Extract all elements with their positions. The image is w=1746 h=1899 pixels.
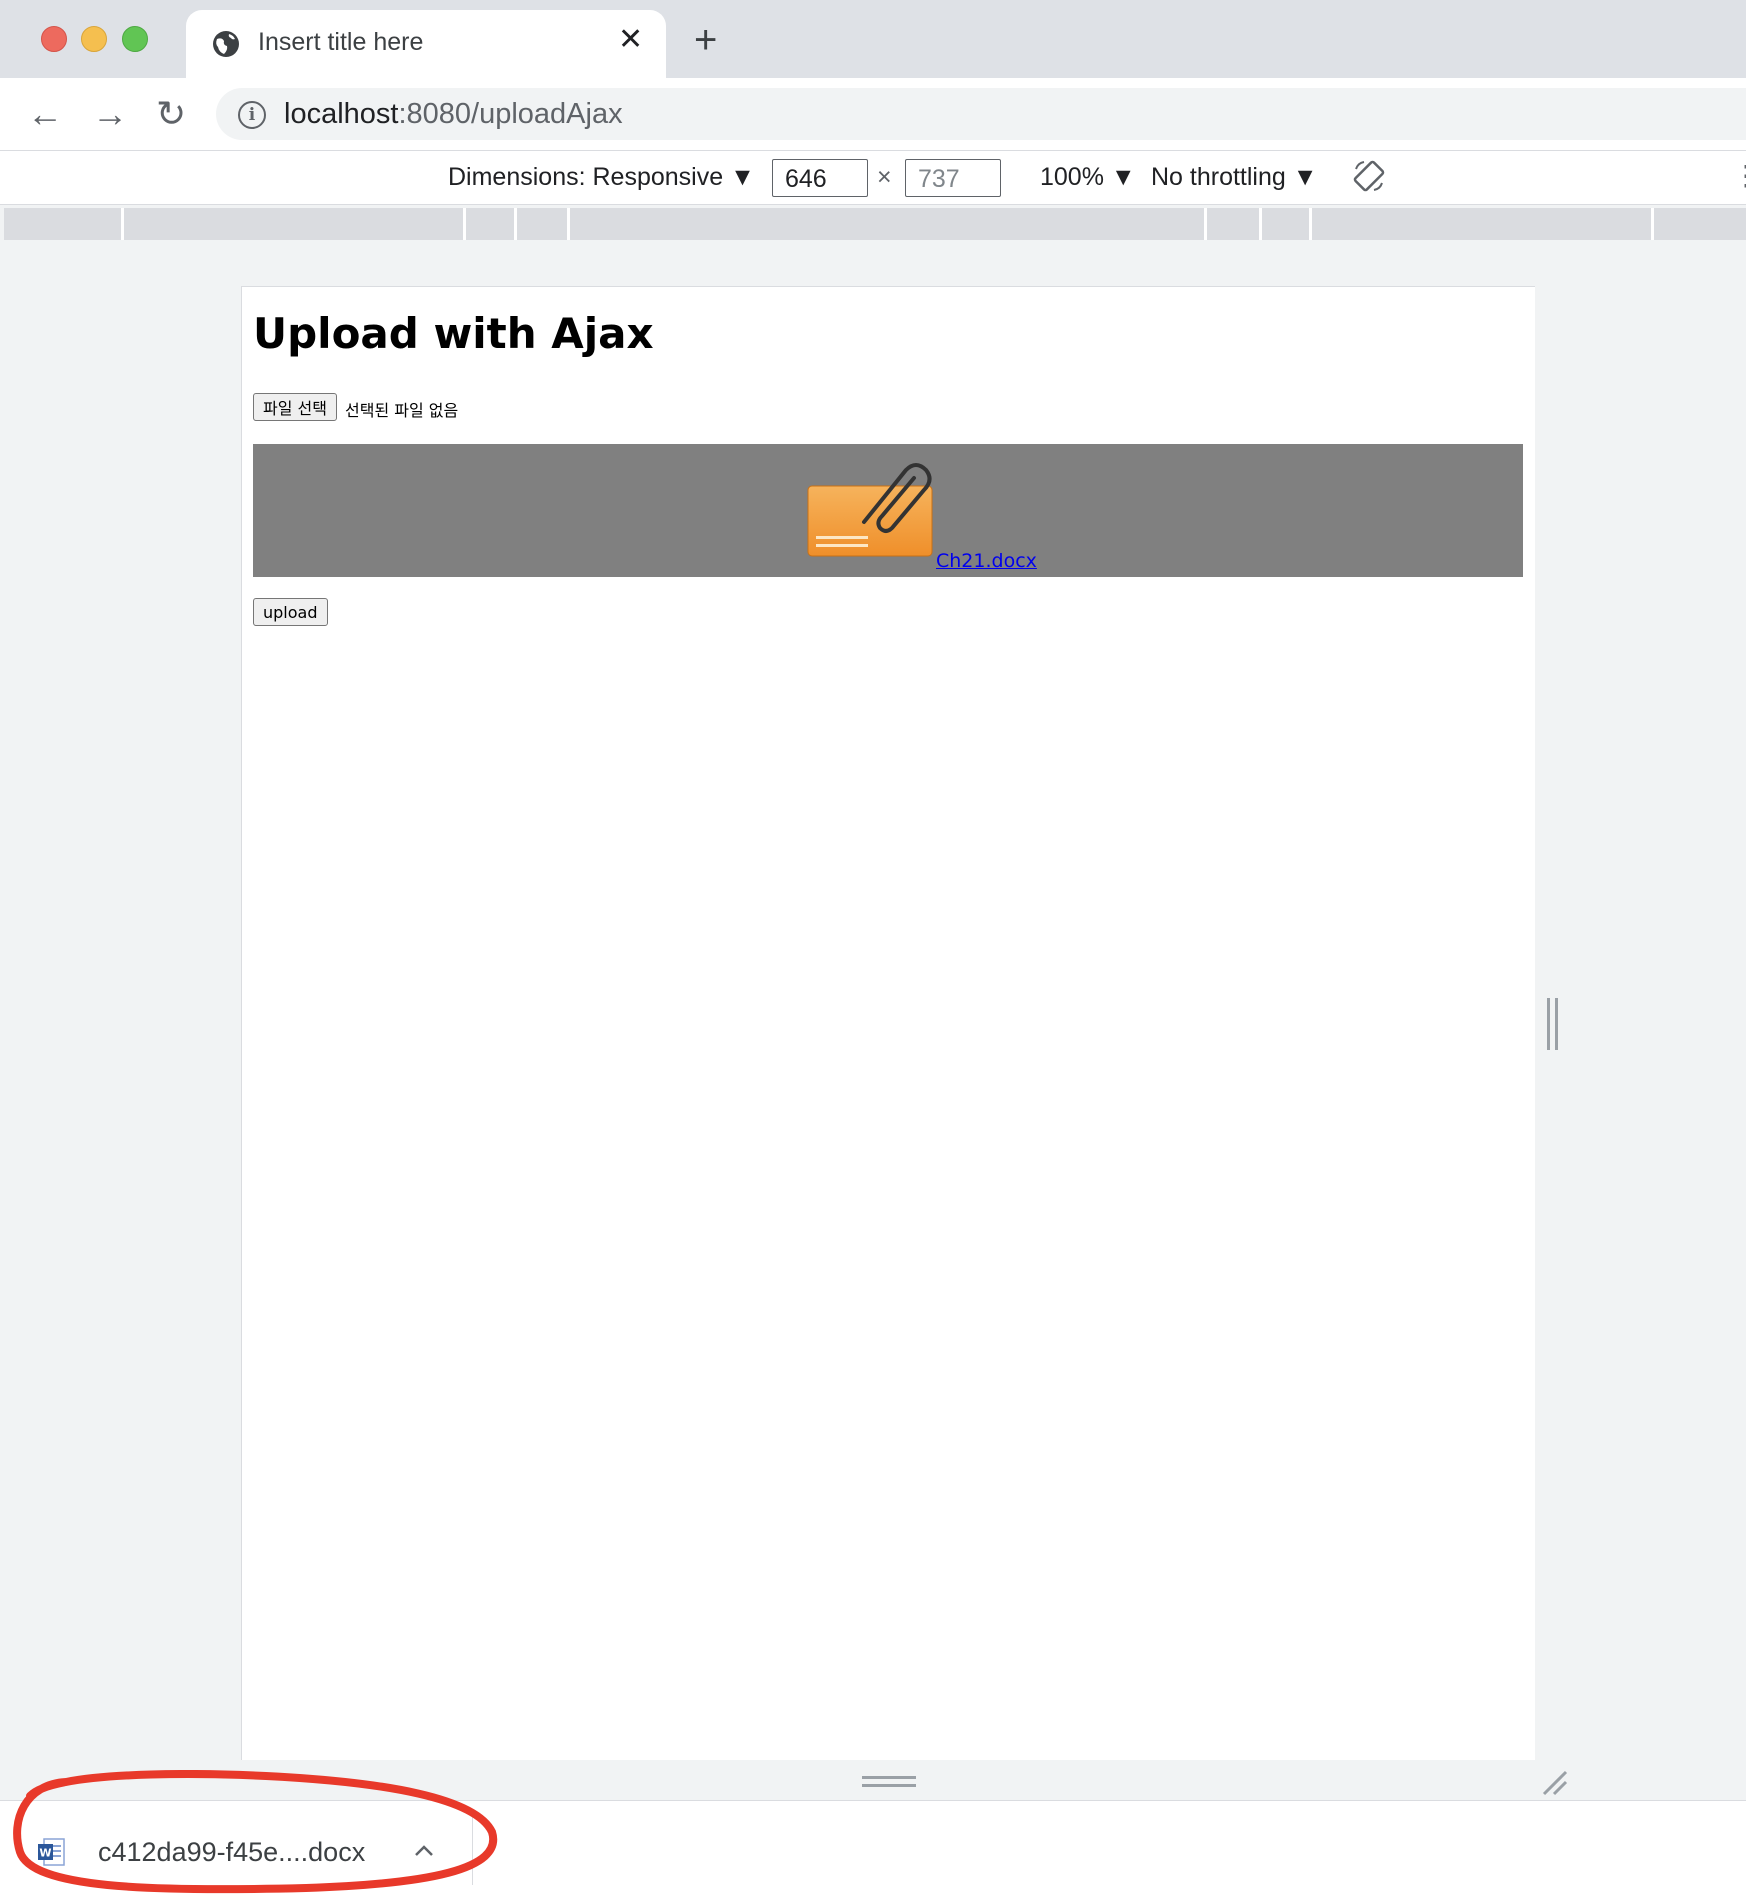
attachment-icon (807, 463, 933, 557)
address-bar[interactable]: i localhost:8080/uploadAjax (216, 88, 1746, 140)
navigation-toolbar: ← → ↻ i localhost:8080/uploadAjax (0, 78, 1746, 151)
url-path: :8080/uploadAjax (398, 98, 623, 130)
uploaded-file-link[interactable]: Ch21.docx (936, 550, 1037, 572)
zoom-dropdown[interactable]: 100% ▼ (1040, 163, 1136, 192)
emulated-viewport: Upload with Ajax 파일 선택 선택된 파일 없음 Ch21.do… (241, 286, 1535, 1761)
throttling-label: No throttling (1151, 163, 1286, 191)
tab-close-icon[interactable]: ✕ (618, 25, 643, 55)
zoom-label: 100% (1040, 163, 1104, 191)
resize-corner-handle[interactable] (1540, 1768, 1568, 1796)
resize-height-handle[interactable] (862, 1776, 916, 1788)
window-close-button[interactable] (41, 26, 67, 52)
ruler-tick (1204, 208, 1207, 240)
dimensions-label: Dimensions: Responsive (448, 163, 724, 191)
page-title: Upload with Ajax (253, 309, 654, 358)
more-options-icon[interactable]: ⋮ (1732, 159, 1746, 192)
rotate-icon[interactable] (1352, 159, 1386, 193)
tab-strip: Insert title here ✕ + (0, 0, 1746, 78)
ruler-tick (121, 208, 124, 240)
ruler-tick (463, 208, 466, 240)
tab-title: Insert title here (258, 28, 424, 56)
ruler-tick (1259, 208, 1262, 240)
new-tab-button[interactable]: + (694, 20, 717, 60)
window-minimize-button[interactable] (81, 26, 107, 52)
download-shelf: W c412da99-f45e....docx (0, 1800, 1746, 1899)
download-item[interactable]: W c412da99-f45e....docx (38, 1835, 458, 1875)
back-arrow-icon[interactable]: ← (27, 96, 63, 132)
throttling-dropdown[interactable]: No throttling ▼ (1151, 163, 1318, 192)
file-status-text: 선택된 파일 없음 (345, 401, 459, 420)
ruler-tick (1309, 208, 1312, 240)
url-host: localhost (284, 98, 399, 130)
svg-text:W: W (39, 1847, 51, 1860)
forward-arrow-icon[interactable]: → (92, 96, 128, 132)
choose-file-button[interactable]: 파일 선택 (253, 393, 337, 421)
shelf-divider (472, 1815, 473, 1885)
site-info-icon[interactable]: i (238, 101, 266, 129)
reload-icon[interactable]: ↻ (156, 96, 186, 132)
upload-button[interactable]: upload (253, 598, 328, 626)
upload-result-panel: Ch21.docx (253, 444, 1523, 577)
ruler-tick (567, 208, 570, 240)
viewport-height-input[interactable]: 737 (905, 159, 1001, 197)
word-document-icon: W (38, 1838, 65, 1866)
ruler-tick (514, 208, 517, 240)
media-query-bar (4, 208, 1746, 240)
ruler-tick (1651, 208, 1654, 240)
chevron-up-icon[interactable] (412, 1839, 436, 1863)
browser-tab[interactable]: Insert title here ✕ (186, 10, 666, 78)
viewport-width-input[interactable]: 646 (772, 159, 868, 197)
globe-icon (213, 31, 239, 57)
url-text: localhost:8080/uploadAjax (284, 98, 623, 131)
resize-width-handle[interactable] (1547, 998, 1559, 1050)
device-toolbar: Dimensions: Responsive ▼ 646 × 737 100% … (0, 151, 1746, 205)
download-filename: c412da99-f45e....docx (98, 1837, 366, 1867)
dimension-separator: × (877, 163, 892, 191)
window-zoom-button[interactable] (122, 26, 148, 52)
dimensions-dropdown[interactable]: Dimensions: Responsive ▼ (448, 163, 755, 192)
